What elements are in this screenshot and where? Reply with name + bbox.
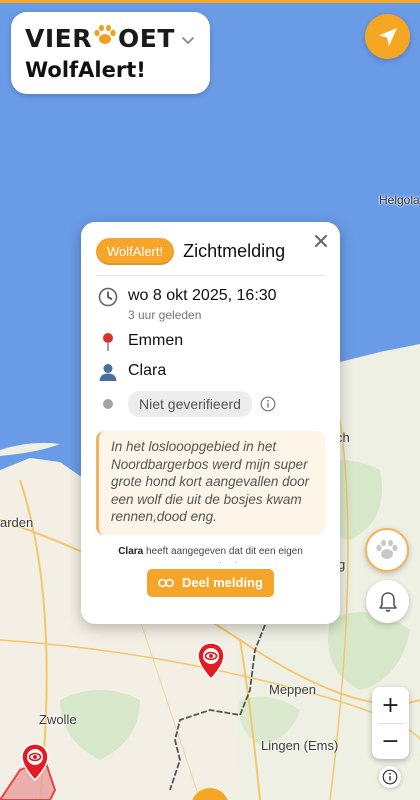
popup-divider	[96, 275, 325, 276]
logo-text-right: OET	[117, 23, 175, 53]
info-icon[interactable]	[260, 396, 276, 412]
wolfalert-badge: WolfAlert!	[96, 237, 175, 265]
sighting-relative-time: 3 uur geleden	[128, 308, 202, 322]
pushpin-icon	[96, 331, 120, 353]
location-row: Emmen	[96, 331, 325, 353]
share-button-label: Deel melding	[182, 575, 263, 590]
zoom-out-button[interactable]: −	[372, 723, 409, 759]
popup-title: Zichtmelding	[183, 240, 286, 261]
user-row: Clara	[96, 361, 325, 383]
brand-card[interactable]: VIER OET WolfAlert!	[11, 12, 210, 94]
map-label-lingen: Lingen (Ems)	[261, 738, 339, 753]
attribution-button[interactable]	[379, 766, 401, 788]
map-label-zwolle: Zwolle	[39, 712, 77, 727]
paw-filter-button[interactable]	[365, 528, 409, 572]
sighting-user: Clara	[128, 362, 167, 379]
paw-logo-icon	[93, 24, 117, 52]
bell-icon	[378, 591, 397, 612]
navigation-arrow-icon	[378, 27, 397, 46]
logo-text-left: VIER	[25, 23, 92, 53]
sighting-popup: WolfAlert! Zichtmelding wo 8 okt 2025, 1…	[81, 222, 340, 624]
sighting-location: Emmen	[128, 332, 184, 349]
link-icon	[158, 578, 174, 587]
user-icon	[96, 361, 120, 383]
sighting-datetime: wo 8 okt 2025, 16:30	[128, 287, 277, 304]
popup-header: WolfAlert! Zichtmelding	[96, 236, 325, 266]
verification-status-badge: Niet geverifieerd	[128, 391, 252, 417]
sighting-marker[interactable]	[197, 642, 225, 680]
top-accent-bar	[0, 0, 420, 3]
chevron-down-icon[interactable]	[180, 32, 196, 48]
status-dot-icon	[96, 391, 120, 417]
clock-icon	[96, 286, 120, 308]
zoom-control: + −	[372, 687, 409, 759]
note-user: Clara	[118, 545, 144, 557]
note-text: heeft aangegeven dat dit een eigen waarn…	[145, 545, 303, 563]
locate-button[interactable]	[365, 14, 410, 59]
info-icon	[382, 769, 398, 785]
share-button[interactable]: Deel melding	[147, 568, 274, 597]
sighting-marker[interactable]	[21, 743, 49, 781]
zoom-in-button[interactable]: +	[372, 687, 409, 723]
zoom-divider	[378, 723, 403, 724]
notifications-button[interactable]	[366, 580, 409, 623]
datetime-row: wo 8 okt 2025, 16:30 3 uur geleden	[96, 286, 325, 322]
close-icon[interactable]	[314, 234, 328, 248]
status-row: Niet geverifieerd	[96, 391, 325, 417]
app-subtitle: WolfAlert!	[25, 58, 146, 82]
paw-icon	[376, 539, 398, 559]
sighting-description: In het loslooopgebied in het Noordbarger…	[96, 431, 325, 535]
map-label-meppen: Meppen	[269, 682, 316, 697]
map-label-helgoland: Helgola	[379, 193, 420, 207]
brand-logo: VIER OET	[25, 23, 196, 53]
map-label-leeuwarden: arden	[0, 515, 34, 530]
own-observation-note: Clara heeft aangegeven dat dit een eigen…	[96, 544, 325, 563]
